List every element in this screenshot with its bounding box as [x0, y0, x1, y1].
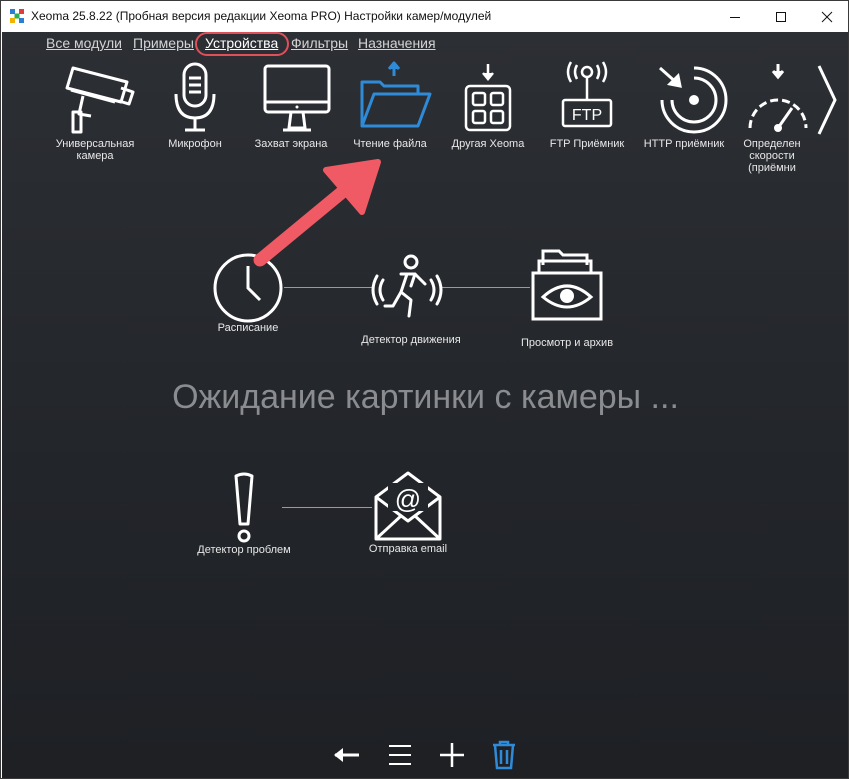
exclamation-icon: [234, 472, 254, 543]
title-bar[interactable]: Xeoma 25.8.22 (Пробная версия редакции X…: [1, 1, 848, 32]
module-editor: Все модули Примеры Устройства Фильтры На…: [2, 32, 848, 778]
connector-line: [282, 507, 372, 508]
connector-line: [284, 287, 372, 288]
trash-icon: [493, 740, 515, 770]
device-label: Универсальная камера: [55, 138, 135, 162]
add-module-button[interactable]: [434, 738, 470, 772]
device-label: Захват экрана: [254, 138, 328, 150]
minimize-button[interactable]: [712, 1, 758, 32]
module-label: Просмотр и архив: [520, 337, 614, 349]
http-receiver-icon: [659, 66, 728, 134]
module-problems-detector[interactable]: Детектор проблем: [197, 472, 291, 572]
module-label: Расписание: [217, 322, 279, 334]
speedometer-icon: [748, 64, 808, 132]
module-label: Детектор проблем: [197, 544, 291, 556]
app-window: Xeoma 25.8.22 (Пробная версия редакции X…: [0, 0, 849, 779]
device-label: FTP Приёмник: [549, 138, 625, 150]
device-universal-camera[interactable]: Универсальная камера: [47, 56, 143, 206]
tab-destinations[interactable]: Назначения: [358, 35, 436, 51]
device-label: Определен скорости (приёмни: [743, 138, 801, 174]
maximize-button[interactable]: [758, 1, 804, 32]
ftp-icon-text: FTP: [572, 107, 602, 124]
menu-icon: [389, 745, 411, 765]
menu-button[interactable]: [382, 738, 418, 772]
module-email-sending[interactable]: @ Отправка email: [369, 469, 447, 579]
waiting-for-image-text: Ожидание картинки с камеры ...: [172, 378, 679, 416]
eye-archive-icon: [531, 249, 603, 321]
maximize-icon: [776, 11, 786, 22]
annotation-arrow: [253, 159, 381, 267]
minimize-icon: [730, 16, 740, 18]
module-label: Отправка email: [368, 543, 448, 555]
device-label: HTTP приёмник: [643, 138, 725, 150]
xeoma-logo-icon: [10, 9, 24, 23]
window-title: Xeoma 25.8.22 (Пробная версия редакции X…: [31, 9, 492, 23]
tab-examples[interactable]: Примеры: [133, 35, 194, 51]
device-label: Микрофон: [168, 138, 222, 150]
device-other-xeoma[interactable]: Другая Xeoma: [440, 56, 536, 206]
at-sign-text: @: [395, 484, 421, 514]
module-label: Детектор движения: [361, 334, 461, 346]
tab-highlight-circle: [195, 32, 289, 56]
delete-module-button[interactable]: [486, 738, 522, 772]
cctv-camera-icon: [65, 66, 135, 134]
back-arrow-icon: [334, 748, 359, 762]
connector-line: [442, 287, 530, 288]
close-button[interactable]: [804, 1, 848, 32]
device-microphone[interactable]: Микрофон: [147, 56, 243, 206]
back-button[interactable]: [328, 738, 364, 772]
device-speed-detection[interactable]: Определен скорости (приёмни: [732, 56, 818, 206]
ftp-receiver-icon: FTP: [561, 61, 613, 128]
monitor-icon: [263, 64, 331, 132]
close-icon: [821, 11, 833, 22]
tab-filters[interactable]: Фильтры: [291, 35, 348, 51]
device-ftp-receiver[interactable]: FTP FTP Приёмник: [539, 56, 635, 206]
plus-icon: [440, 743, 464, 767]
folder-upload-icon: [360, 61, 432, 128]
grid-device-icon: [464, 64, 512, 132]
device-label: Чтение файла: [353, 138, 427, 150]
module-view-archive[interactable]: Просмотр и архив: [521, 247, 613, 367]
tab-all-modules[interactable]: Все модули: [46, 35, 122, 51]
device-http-receiver[interactable]: HTTP приёмник: [636, 56, 732, 206]
device-label: Другая Xeoma: [451, 138, 525, 150]
chevron-right-icon[interactable]: [816, 64, 838, 136]
envelope-at-icon: @: [374, 471, 442, 541]
microphone-icon: [174, 62, 216, 132]
